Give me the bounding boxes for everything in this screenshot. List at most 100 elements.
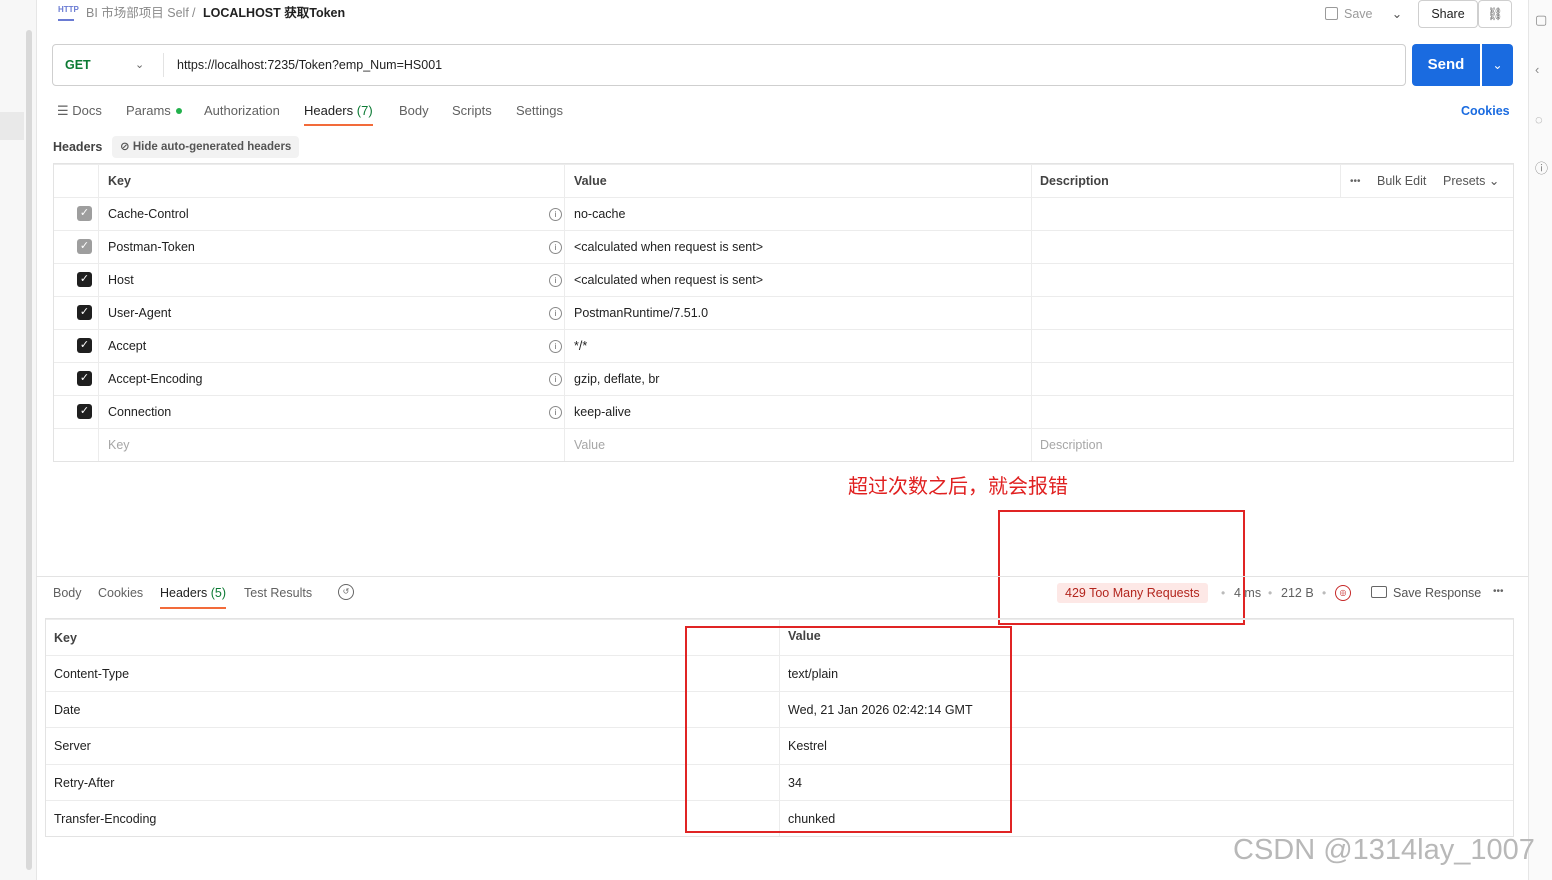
column-header-value: Value [574, 174, 607, 188]
header-key[interactable]: Accept [108, 330, 146, 363]
response-size[interactable]: 212 B [1281, 586, 1314, 600]
response-tab-headers[interactable]: Headers (5) [160, 585, 227, 609]
method-select[interactable]: GET ⌄ [53, 45, 163, 85]
method-value: GET [65, 58, 91, 72]
copy-link-button[interactable]: ⛓ [1478, 0, 1512, 28]
table-row: ✓ Postman-Token i <calculated when reque… [54, 230, 1513, 264]
response-tab-body[interactable]: Body [53, 585, 82, 607]
http-icon: HTTP [58, 5, 79, 21]
response-divider [36, 576, 1528, 577]
save-button[interactable]: Save [1325, 0, 1383, 28]
info-icon[interactable]: i [549, 373, 562, 386]
request-name[interactable]: LOCALHOST 获取Token [203, 5, 345, 21]
network-globe-icon[interactable]: ◎ [1335, 585, 1351, 601]
save-dropdown-button[interactable]: ⌄ [1386, 0, 1408, 28]
response-tab-test-results[interactable]: Test Results [244, 585, 312, 607]
eye-off-icon: ⊘ [120, 141, 133, 153]
more-options-icon[interactable]: ••• [1493, 586, 1504, 597]
info-icon[interactable]: ⓘ [1535, 158, 1548, 177]
response-tab-cookies[interactable]: Cookies [98, 585, 143, 607]
headers-section-title: Headers [53, 140, 103, 154]
info-icon[interactable]: i [549, 340, 562, 353]
column-header-key: Key [54, 631, 77, 645]
column-header-key: Key [108, 174, 131, 188]
cookies-link[interactable]: Cookies [1461, 104, 1510, 118]
annotation-text: 超过次数之后，就会报错 [848, 476, 1068, 498]
url-input[interactable]: https://localhost:7235/Token?emp_Num=HS0… [177, 45, 442, 85]
share-button[interactable]: Share [1418, 0, 1478, 28]
save-response-button[interactable]: Save Response [1371, 586, 1481, 600]
tab-headers[interactable]: Headers (7) [304, 102, 373, 126]
history-icon[interactable]: ↺ [338, 584, 354, 600]
table-row: ✓ Host i <calculated when request is sen… [54, 263, 1513, 297]
new-key-input[interactable]: Key [108, 429, 130, 462]
chevron-down-icon: ⌄ [135, 59, 145, 71]
params-indicator-dot [175, 108, 182, 114]
info-icon[interactable]: i [549, 307, 562, 320]
new-description-input[interactable]: Description [1040, 429, 1103, 462]
hide-auto-headers-button[interactable]: ⊘ Hide auto-generated headers [112, 136, 300, 158]
bulk-edit-button[interactable]: Bulk Edit [1377, 165, 1426, 198]
header-key[interactable]: Postman-Token [108, 231, 195, 264]
response-header-key[interactable]: Date [54, 692, 80, 728]
left-sidebar-gutter [0, 0, 37, 880]
sidebar-scrollbar[interactable] [26, 30, 32, 870]
header-key[interactable]: Host [108, 264, 134, 297]
header-value[interactable]: <calculated when request is sent> [574, 264, 763, 297]
response-header-key[interactable]: Server [54, 728, 91, 764]
new-value-input[interactable]: Value [574, 429, 605, 462]
row-checkbox[interactable]: ✓ [77, 206, 92, 221]
tab-authorization[interactable]: Authorization [204, 102, 280, 124]
status-badge[interactable]: 429 Too Many Requests [1057, 583, 1208, 603]
tab-settings[interactable]: Settings [516, 102, 563, 124]
header-value[interactable]: keep-alive [574, 396, 631, 429]
request-headers-table: Key Value Description ••• Bulk Edit Pres… [53, 163, 1514, 462]
presets-dropdown[interactable]: Presets ⌄ [1443, 165, 1499, 198]
row-checkbox[interactable]: ✓ [77, 371, 92, 386]
row-checkbox[interactable]: ✓ [77, 272, 92, 287]
comment-icon[interactable]: ◌ [1535, 112, 1543, 127]
response-header-key[interactable]: Retry-After [54, 765, 114, 801]
tab-body[interactable]: Body [399, 102, 429, 124]
tab-params[interactable]: Params [126, 102, 182, 124]
header-key[interactable]: Cache-Control [108, 198, 189, 231]
tab-scripts[interactable]: Scripts [452, 102, 492, 124]
header-value[interactable]: */* [574, 330, 587, 363]
more-options-icon[interactable]: ••• [1350, 165, 1361, 198]
collapse-icon[interactable]: ‹ [1535, 62, 1539, 77]
table-row: ✓ Accept-Encoding i gzip, deflate, br [54, 362, 1513, 396]
info-icon[interactable]: i [549, 241, 562, 254]
header-key[interactable]: Accept-Encoding [108, 363, 203, 396]
row-checkbox[interactable]: ✓ [77, 338, 92, 353]
info-icon[interactable]: i [549, 208, 562, 221]
tab-docs[interactable]: ☰ Docs [57, 102, 102, 124]
annotation-box-values [685, 626, 1012, 833]
sidebar-selected-item[interactable] [0, 112, 24, 140]
send-button[interactable]: Send [1412, 44, 1480, 86]
info-icon[interactable]: i [549, 274, 562, 287]
csdn-watermark: CSDN @1314lay_1007 [1233, 834, 1535, 866]
header-value[interactable]: no-cache [574, 198, 625, 231]
info-icon[interactable]: i [549, 406, 562, 419]
right-sidebar-gutter: ▢ ‹ ◌ ⓘ [1528, 0, 1552, 880]
url-bar: GET ⌄ https://localhost:7235/Token?emp_N… [52, 44, 1406, 86]
response-header-key[interactable]: Transfer-Encoding [54, 801, 156, 837]
response-header-key[interactable]: Content-Type [54, 656, 129, 692]
row-checkbox[interactable]: ✓ [77, 404, 92, 419]
meta-separator: • [1322, 586, 1327, 600]
header-value[interactable]: gzip, deflate, br [574, 363, 659, 396]
header-value[interactable]: PostmanRuntime/7.51.0 [574, 297, 708, 330]
header-value[interactable]: <calculated when request is sent> [574, 231, 763, 264]
save-response-icon [1371, 586, 1387, 598]
send-dropdown-button[interactable]: ⌄ [1482, 44, 1513, 86]
header-key[interactable]: Connection [108, 396, 171, 429]
row-checkbox[interactable]: ✓ [77, 239, 92, 254]
response-time[interactable]: 4 ms [1234, 586, 1261, 600]
column-divider [1340, 165, 1341, 198]
right-panel-icon[interactable]: ▢ [1535, 12, 1547, 28]
row-checkbox[interactable]: ✓ [77, 305, 92, 320]
table-row: ✓ Connection i keep-alive [54, 395, 1513, 429]
header-key[interactable]: User-Agent [108, 297, 171, 330]
table-header-row: Key Value Description ••• Bulk Edit Pres… [54, 164, 1513, 198]
breadcrumb-workspace[interactable]: BI 市场部项目 Self [86, 5, 189, 21]
